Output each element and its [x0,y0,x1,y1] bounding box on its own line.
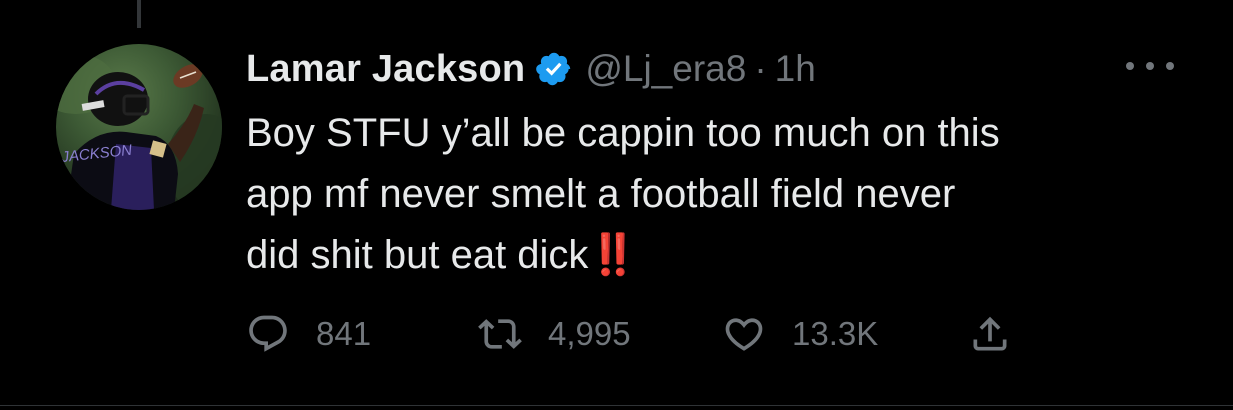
like-button[interactable]: 13.3K [722,306,878,362]
share-icon [973,316,1007,351]
reply-icon [249,315,287,352]
author-handle[interactable]: @Lj_era8 [585,48,746,90]
tweet-header: Lamar Jackson @Lj_era8 · 1h [246,44,816,94]
retweet-button[interactable]: 4,995 [478,306,631,362]
verified-badge-icon [535,50,573,88]
reply-button[interactable]: 841 [246,306,371,362]
divider [0,405,1233,406]
tweet-timestamp[interactable]: 1h [775,48,816,90]
more-dot [1146,62,1154,70]
retweet-count: 4,995 [548,315,631,352]
double-exclamation-emoji: ‼️ [588,233,638,277]
author-display-name[interactable]: Lamar Jackson [246,48,525,91]
more-horizontal-icon[interactable] [1126,58,1174,74]
share-button[interactable] [968,306,1012,362]
retweet-icon [478,319,522,349]
like-count: 13.3K [792,315,879,352]
reply-count: 841 [316,315,372,352]
header-separator: · [754,48,767,89]
tweet-text: Boy STFU y’all be cappin too much on thi… [246,103,1176,286]
avatar-photo: JACKSON [56,54,222,210]
more-dot [1166,62,1174,70]
more-dot [1126,62,1134,70]
thread-connector-line [137,0,141,28]
tweet-actions-bar: 841 4,995 13.3K [246,306,1046,362]
avatar[interactable]: JACKSON [56,44,222,210]
heart-icon [725,318,763,351]
